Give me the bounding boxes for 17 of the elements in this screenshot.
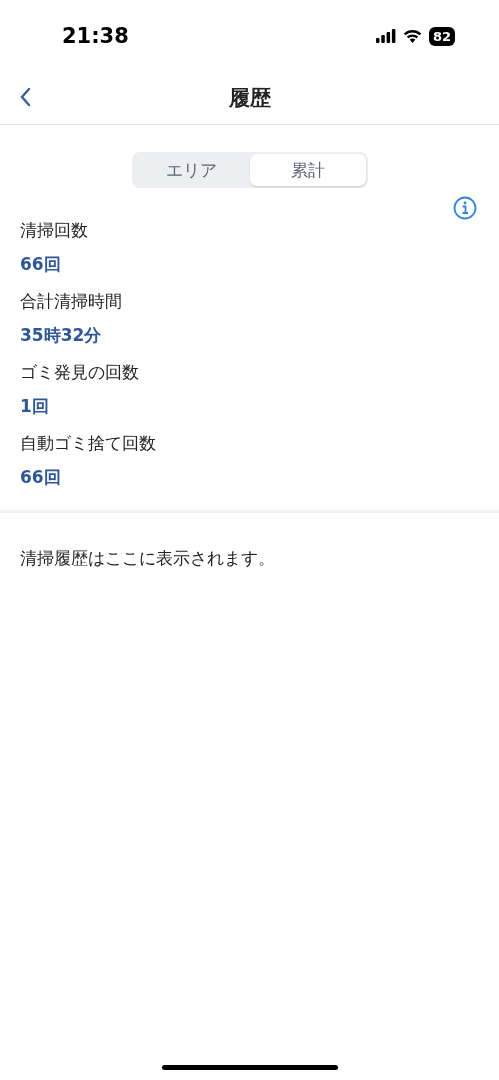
stat-value: 66回	[20, 253, 62, 276]
segment-tab[interactable]: 累計	[249, 154, 366, 186]
empty-history-message: 清掃履歴はここに表示されます。	[20, 547, 276, 570]
page-title: 履歴	[228, 85, 271, 112]
stat-label: 自動ゴミ捨て回数	[20, 432, 157, 455]
stat-label: 清掃回数	[20, 219, 89, 242]
signal-icon	[375, 29, 396, 43]
status-time: 21:38	[62, 24, 129, 48]
stat-value: 1回	[20, 395, 50, 418]
stat-label: 合計清掃時間	[20, 290, 123, 313]
info-icon[interactable]	[453, 196, 477, 220]
battery-level: 82	[428, 26, 455, 46]
stat-value: 66回	[20, 466, 62, 489]
wifi-icon	[402, 29, 422, 43]
stat-label: ゴミ発見の回数	[20, 361, 140, 384]
stat-value: 35時32分	[20, 324, 103, 347]
segment-tab[interactable]: エリア	[133, 154, 250, 186]
